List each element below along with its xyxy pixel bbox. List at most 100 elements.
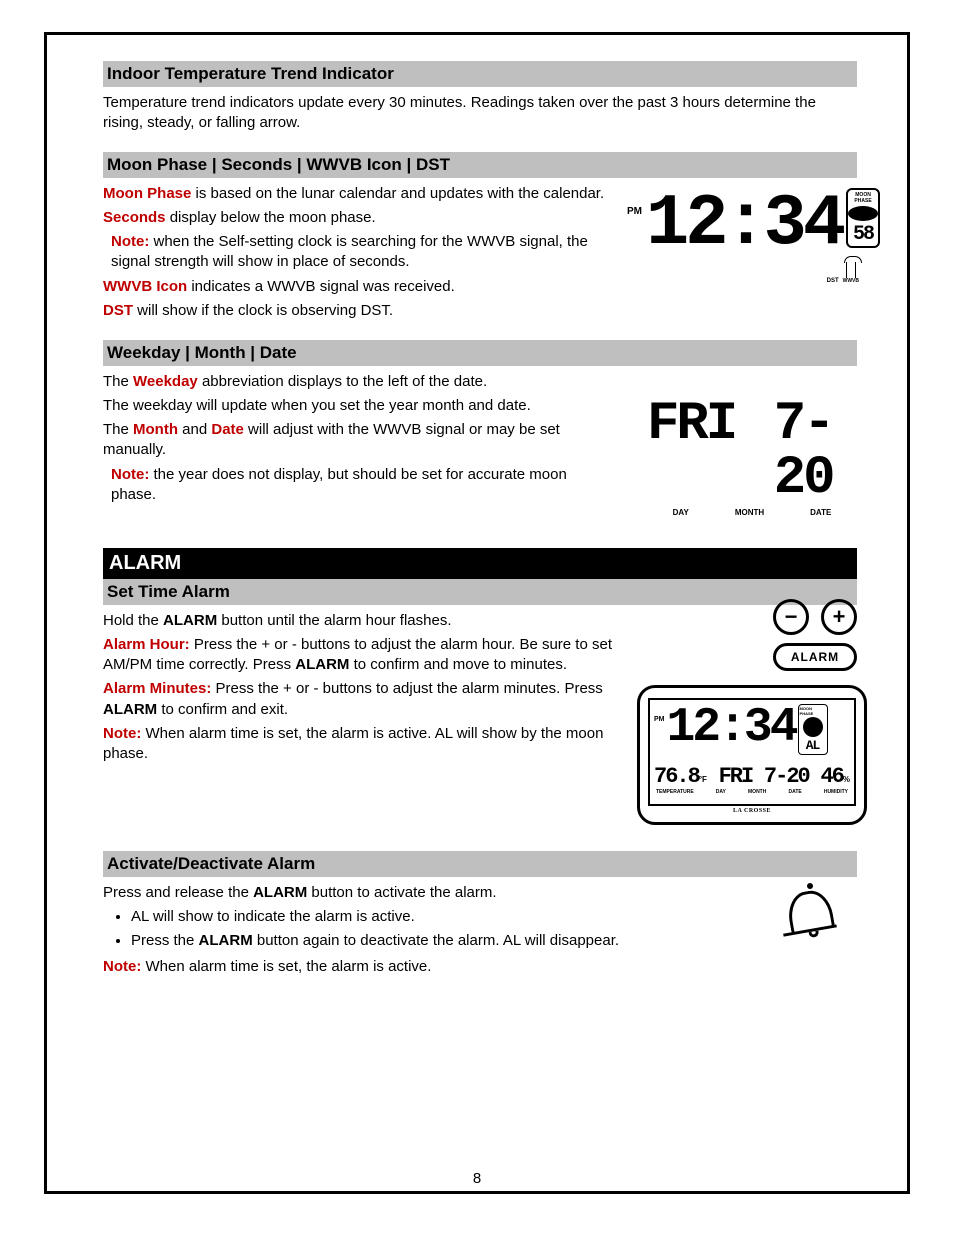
- heading-moon: Moon Phase | Seconds | WWVB Icon | DST: [103, 152, 857, 178]
- t: button until the alarm hour flashes.: [217, 612, 451, 629]
- signal-cluster: DST WWVB: [827, 262, 859, 284]
- bullet-deactivate: Press the ALARM button again to deactiva…: [131, 931, 743, 951]
- moon-text-block: Moon Phase is based on the lunar calenda…: [103, 184, 613, 322]
- lcd-date-display: FRI 7-20 DAY MONTH DATE: [647, 398, 857, 517]
- dst-indicator: DST: [827, 278, 839, 284]
- line-weekday: The Weekday abbreviation displays to the…: [103, 372, 613, 392]
- t: button again to deactivate the alarm. AL…: [253, 932, 619, 949]
- set-alarm-text-block: Hold the ALARM button until the alarm ho…: [103, 611, 613, 765]
- section-calendar: Weekday | Month | Date The Weekday abbre…: [103, 340, 857, 530]
- heading-set-alarm: Set Time Alarm: [103, 579, 857, 605]
- desc-moon-phase: is based on the lunar calendar and updat…: [191, 185, 604, 202]
- desc-dst: will show if the clock is observing DST.: [133, 302, 393, 319]
- l: HUMIDITY: [824, 789, 848, 795]
- dev-moon-label: MOON PHASE: [800, 706, 826, 716]
- term-dst: DST: [103, 302, 133, 319]
- note-label: Note:: [111, 466, 149, 483]
- l: DATE: [788, 789, 801, 795]
- bell-icon: [783, 883, 837, 949]
- moon-phase-box: MOON PHASE 58: [846, 188, 880, 248]
- v: 46: [820, 764, 842, 789]
- note-body: When alarm time is set, the alarm is act…: [141, 958, 431, 975]
- alarm-button-icon: ALARM: [773, 643, 857, 671]
- t: to confirm and move to minutes.: [349, 656, 567, 673]
- v: 76.8: [654, 764, 699, 789]
- label-day: DAY: [673, 508, 689, 517]
- line-seconds: Seconds display below the moon phase.: [103, 208, 613, 228]
- term-seconds: Seconds: [103, 209, 166, 226]
- section-set-alarm: Set Time Alarm Hold the ALARM button unt…: [103, 579, 857, 841]
- date-digits-row: FRI 7-20: [647, 398, 857, 506]
- dev-temp: 76.8°F: [654, 766, 707, 788]
- heading-temp-trend: Indoor Temperature Trend Indicator: [103, 61, 857, 87]
- dev-moon-icon: [803, 717, 823, 737]
- note-al-active: Note: When alarm time is set, the alarm …: [103, 724, 613, 765]
- activate-bullets: AL will show to indicate the alarm is ac…: [131, 907, 743, 952]
- term-weekday: Weekday: [133, 373, 198, 390]
- activate-text-block: Press and release the ALARM button to ac…: [103, 883, 743, 978]
- t: The: [103, 421, 133, 438]
- device-labels: TEMPERATURE DAY MONTH DATE HUMIDITY: [654, 789, 850, 795]
- moon-phase-label: MOON PHASE: [848, 192, 878, 204]
- desc-wwvb: indicates a WWVB signal was received.: [187, 278, 455, 295]
- section-bar-alarm: ALARM: [103, 548, 857, 579]
- term-moon-phase: Moon Phase: [103, 185, 191, 202]
- heading-calendar: Weekday | Month | Date: [103, 340, 857, 366]
- desc-weekday: abbreviation displays to the left of the…: [198, 373, 487, 390]
- device-top-buttons: [660, 685, 844, 691]
- line-month-date: The Month and Date will adjust with the …: [103, 420, 613, 461]
- t: Press the: [131, 932, 199, 949]
- wwvb-label: WWVB: [843, 278, 859, 284]
- dev-day: FRI: [719, 766, 753, 788]
- note-year: Note: the year does not display, but sho…: [111, 465, 613, 506]
- term-alarm-min: Alarm Minutes:: [103, 680, 211, 697]
- note-wwvb-search: Note: when the Self-setting clock is sea…: [111, 232, 613, 273]
- term-wwvb: WWVB Icon: [103, 278, 187, 295]
- u: °F: [699, 775, 707, 784]
- desc-seconds: display below the moon phase.: [166, 209, 376, 226]
- dev-hum: 46%: [820, 766, 850, 788]
- btn-name-alarm: ALARM: [253, 884, 307, 901]
- device-illustration: PM 12:34 MOON PHASE AL 76.8°F FRI 7-20 4…: [637, 685, 867, 825]
- line-moon-phase: Moon Phase is based on the lunar calenda…: [103, 184, 613, 204]
- t: The: [103, 373, 133, 390]
- note-body: When alarm time is set, the alarm is act…: [103, 725, 603, 762]
- minus-button-icon: −: [773, 599, 809, 635]
- l: TEMPERATURE: [656, 789, 694, 795]
- dev-md: 7-20: [764, 766, 809, 788]
- dev-moon-box: MOON PHASE AL: [798, 704, 828, 755]
- line-wwvb: WWVB Icon indicates a WWVB signal was re…: [103, 277, 613, 297]
- section-moon: Moon Phase | Seconds | WWVB Icon | DST M…: [103, 152, 857, 322]
- tower-icon: WWVB: [843, 262, 859, 284]
- weekday-digits: FRI: [647, 398, 735, 506]
- t: Hold the: [103, 612, 163, 629]
- lcd-time-row: PM 12:34 MOON PHASE 58: [627, 188, 857, 260]
- line-alarm-hour: Alarm Hour: Press the + or - buttons to …: [103, 635, 613, 676]
- moon-icon: [848, 206, 878, 221]
- note-label: Note:: [103, 958, 141, 975]
- page-number: 8: [473, 1170, 481, 1187]
- line-alarm-min: Alarm Minutes: Press the + or - buttons …: [103, 679, 613, 720]
- l: DAY: [716, 789, 726, 795]
- heading-activate-alarm: Activate/Deactivate Alarm: [103, 851, 857, 877]
- term-month: Month: [133, 421, 178, 438]
- seconds-digits: 58: [853, 223, 873, 246]
- note-active: Note: When alarm time is set, the alarm …: [103, 957, 743, 977]
- l: MONTH: [748, 789, 766, 795]
- line-hold-alarm: Hold the ALARM button until the alarm ho…: [103, 611, 613, 631]
- device-brand: LA CROSSE: [648, 808, 856, 814]
- t: to confirm and exit.: [157, 701, 288, 718]
- note-body: when the Self-setting clock is searching…: [111, 233, 588, 270]
- line-weekday-2: The weekday will update when you set the…: [103, 396, 613, 416]
- page-frame: Indoor Temperature Trend Indicator Tempe…: [44, 32, 910, 1194]
- term-date: Date: [211, 421, 244, 438]
- plus-button-icon: +: [821, 599, 857, 635]
- t: and: [178, 421, 211, 438]
- dev-al-indicator: AL: [806, 738, 820, 753]
- body-temp-trend: Temperature trend indicators update ever…: [103, 93, 857, 134]
- dev-time: 12:34: [667, 704, 796, 752]
- lcd-time-display: PM 12:34 MOON PHASE 58 DST WWVB: [627, 188, 857, 278]
- btn-name-alarm: ALARM: [199, 932, 253, 949]
- pm-indicator: PM: [627, 206, 642, 217]
- label-date: DATE: [810, 508, 831, 517]
